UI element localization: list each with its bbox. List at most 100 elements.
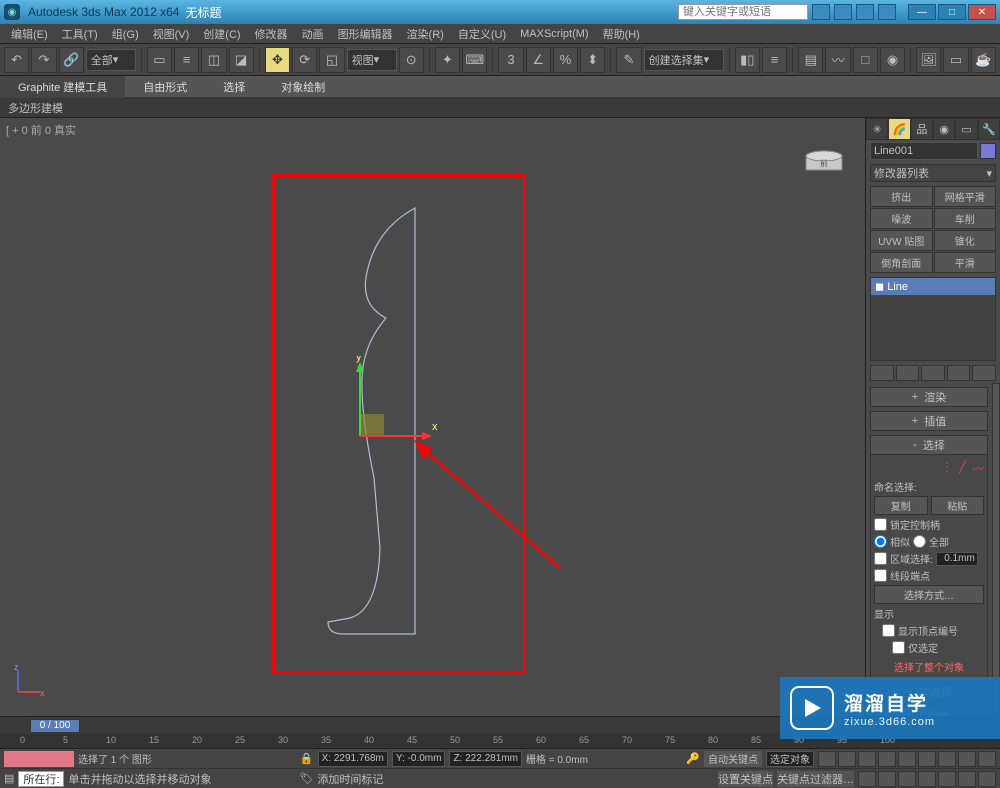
mini-trackbar[interactable] [4, 751, 74, 767]
menu-help[interactable]: 帮助(H) [596, 24, 647, 44]
similar-radio[interactable] [874, 535, 887, 548]
select-name-button[interactable]: ≡ [174, 47, 199, 73]
percent-snap-button[interactable]: % [553, 47, 578, 73]
panel-scrollbar[interactable] [992, 383, 1000, 716]
tab-graphite[interactable]: Graphite 建模工具 [0, 76, 125, 98]
menu-animation[interactable]: 动画 [295, 24, 331, 44]
mod-bevelprofile[interactable]: 倒角剖面 [870, 252, 933, 273]
coord-y[interactable]: Y: -0.0mm [392, 751, 446, 767]
lock-handles-check[interactable] [874, 518, 887, 531]
rollout-interpolation[interactable]: + 插值 [870, 411, 988, 431]
lock-icon[interactable]: 🔒 [300, 752, 314, 765]
scale-button[interactable]: ◱ [319, 47, 344, 73]
window-crossing-button[interactable]: ◪ [229, 47, 254, 73]
minimize-button[interactable]: — [908, 4, 936, 20]
timetag-icon[interactable]: 🏷 [299, 772, 313, 785]
nav-pan-button[interactable] [918, 751, 936, 767]
modifier-stack[interactable]: ◼ Line [870, 277, 996, 361]
nav-orbit-button[interactable] [958, 751, 976, 767]
object-color-swatch[interactable] [980, 143, 996, 159]
menu-modifiers[interactable]: 修改器 [248, 24, 295, 44]
refcoord-dropdown[interactable]: 视图 ▾ [347, 49, 397, 71]
mod-smooth[interactable]: 平滑 [934, 252, 997, 273]
coord-z[interactable]: Z: 222.281mm [449, 751, 521, 767]
menu-rendering[interactable]: 渲染(R) [400, 24, 451, 44]
editnamed-button[interactable]: ✎ [616, 47, 641, 73]
maxscript-icon[interactable]: ▤ [4, 772, 14, 785]
show-vertnum-check[interactable] [882, 624, 895, 637]
area-select-check[interactable] [874, 552, 887, 565]
mod-noise[interactable]: 噪波 [870, 208, 933, 229]
mod-uvwmap[interactable]: UVW 贴图 [870, 230, 933, 251]
curveeditor-button[interactable]: 〰 [825, 47, 850, 73]
maximize-button[interactable]: □ [938, 4, 966, 20]
show-end-result-button[interactable] [896, 365, 920, 381]
viewport-label[interactable]: [ + 0 前 0 真实 [6, 122, 76, 138]
tab-objectpaint[interactable]: 对象绘制 [263, 76, 343, 98]
material-button[interactable]: ◉ [880, 47, 905, 73]
object-name-field[interactable]: Line001 [870, 142, 978, 160]
segment-end-check[interactable] [874, 569, 887, 582]
key-icon[interactable]: 🔑 [686, 752, 700, 765]
mod-lathe[interactable]: 车削 [934, 208, 997, 229]
rollout-selection[interactable]: - 选择 [870, 435, 988, 455]
search-input[interactable] [678, 4, 808, 20]
make-unique-button[interactable] [921, 365, 945, 381]
ribbon-panel-label[interactable]: 多边形建模 [8, 100, 63, 116]
menu-tools[interactable]: 工具(T) [55, 24, 105, 44]
play-button[interactable] [858, 751, 876, 767]
menu-edit[interactable]: 编辑(E) [4, 24, 55, 44]
rollout-rendering[interactable]: + 渲染 [870, 387, 988, 407]
schematic-button[interactable]: □ [853, 47, 878, 73]
snap-toggle-button[interactable]: 3 [498, 47, 523, 73]
nav-maximize-button[interactable] [978, 751, 996, 767]
menu-group[interactable]: 组(G) [105, 24, 146, 44]
mod-meshsmooth[interactable]: 网格平滑 [934, 186, 997, 207]
vertex-icon[interactable]: ⋮ [941, 460, 953, 477]
spinner-snap-button[interactable]: ⬍ [580, 47, 605, 73]
autokey-button[interactable]: 自动关键点 [704, 751, 762, 767]
tab-modify[interactable]: 🌈 [888, 118, 910, 140]
move-gizmo[interactable]: y x [350, 356, 440, 446]
all-radio[interactable] [913, 535, 926, 548]
coord-x[interactable]: X: 2291.768m [318, 751, 388, 767]
modifier-list-dropdown[interactable]: 修改器列表▾ [870, 164, 996, 182]
render-frame-button[interactable]: ▭ [943, 47, 968, 73]
prev-frame-button[interactable] [838, 751, 856, 767]
menu-customize[interactable]: 自定义(U) [451, 24, 513, 44]
stack-item-line[interactable]: ◼ Line [871, 278, 995, 295]
remove-modifier-button[interactable] [947, 365, 971, 381]
select-button[interactable]: ▭ [147, 47, 172, 73]
close-button[interactable]: ✕ [968, 4, 996, 20]
layers-button[interactable]: ▤ [798, 47, 823, 73]
next-frame-button[interactable] [878, 751, 896, 767]
tab-selection[interactable]: 选择 [205, 76, 263, 98]
segment-icon[interactable]: ╱ [959, 460, 966, 477]
tab-freeform[interactable]: 自由形式 [125, 76, 205, 98]
goto-start-button[interactable] [818, 751, 836, 767]
selection-filter[interactable]: 全部 ▾ [86, 49, 136, 71]
pin-stack-button[interactable] [870, 365, 894, 381]
mirror-button[interactable]: ▮▯ [735, 47, 760, 73]
tab-display[interactable]: ▭ [955, 118, 977, 140]
paste-button[interactable]: 粘贴 [931, 496, 985, 515]
select-manipulate-button[interactable]: ✦ [435, 47, 460, 73]
tab-motion[interactable]: ◉ [933, 118, 955, 140]
spline-icon[interactable]: 〰 [972, 460, 984, 477]
search-icon[interactable] [812, 4, 830, 20]
copy-button[interactable]: 复制 [874, 496, 928, 515]
named-selection-dropdown[interactable]: 创建选择集 ▾ [644, 49, 724, 71]
favorite-icon[interactable] [856, 4, 874, 20]
area-value-spinner[interactable]: 0.1mm [936, 552, 978, 566]
align-button[interactable]: ≡ [762, 47, 787, 73]
angle-snap-button[interactable]: ∠ [526, 47, 551, 73]
viewcube[interactable]: 前 [803, 148, 847, 172]
help-icon[interactable] [878, 4, 896, 20]
render-setup-button[interactable]: 🖼 [916, 47, 941, 73]
tab-hierarchy[interactable]: 品 [911, 118, 933, 140]
undo-button[interactable]: ↶ [4, 47, 29, 73]
viewport-front[interactable]: [ + 0 前 0 真实 前 y x [0, 118, 865, 716]
menu-grapheditors[interactable]: 图形编辑器 [331, 24, 400, 44]
tab-utilities[interactable]: 🔧 [978, 118, 1000, 140]
usepivot-button[interactable]: ⊙ [399, 47, 424, 73]
